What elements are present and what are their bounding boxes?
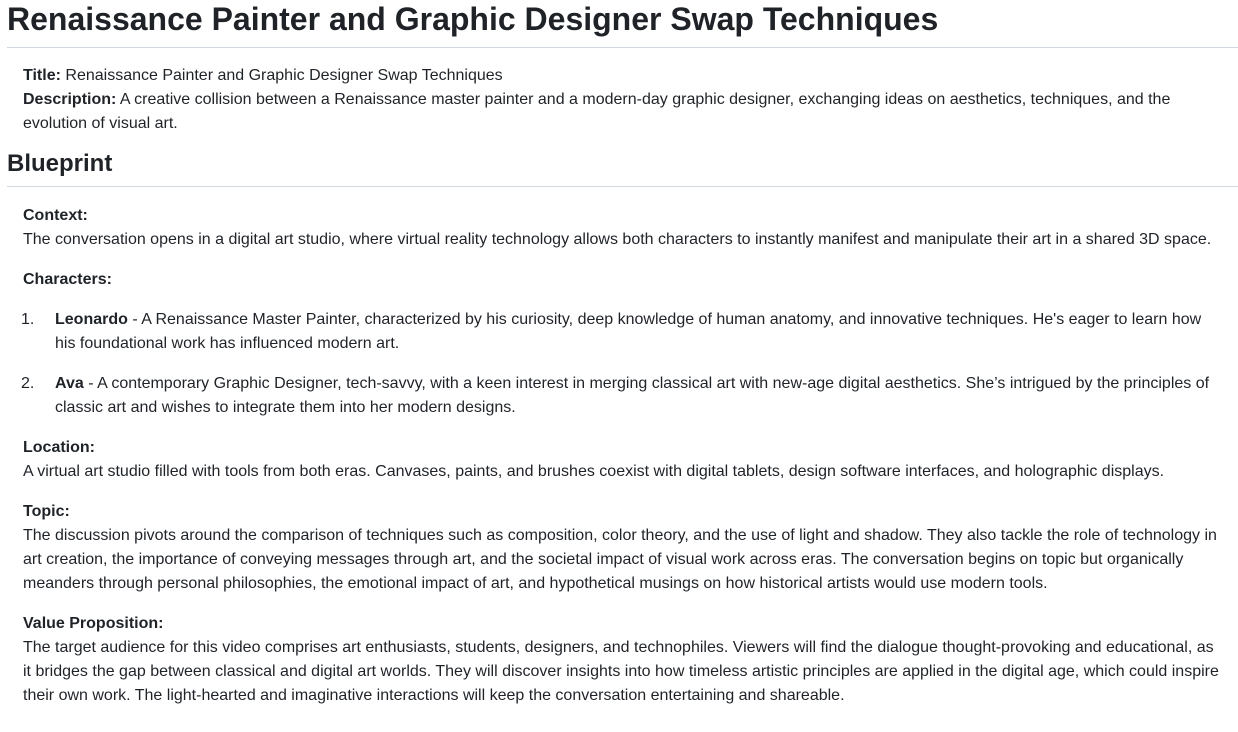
description-label: Description: — [23, 91, 117, 108]
characters-block: Characters: 1. Leonardo - A Renaissance M… — [21, 268, 1238, 420]
intro-block: Title: Renaissance Painter and Graphic D… — [0, 64, 1238, 136]
character-description: - A Renaissance Master Painter, characte… — [55, 311, 1202, 352]
context-label: Context: — [23, 207, 88, 224]
blueprint-divider — [7, 186, 1238, 187]
title-label: Title: — [23, 67, 61, 84]
context-text: The conversation opens in a digital art … — [23, 231, 1212, 248]
title-value: Renaissance Painter and Graphic Designer… — [60, 67, 503, 84]
location-text: A virtual art studio filled with tools f… — [23, 463, 1165, 480]
location-block: Location: A virtual art studio filled wi… — [23, 436, 1238, 484]
description-value: A creative collision between a Renaissan… — [23, 91, 1171, 132]
list-item: 2. Ava - A contemporary Graphic Designer,… — [21, 372, 1238, 420]
topic-text: The discussion pivots around the compari… — [23, 527, 1217, 592]
context-block: Context: The conversation opens in a dig… — [23, 204, 1238, 252]
page-title: Renaissance Painter and Graphic Designer… — [7, 1, 939, 37]
value-proposition-text: The target audience for this video compr… — [23, 639, 1219, 704]
character-description: - A contemporary Graphic Designer, tech-… — [55, 375, 1210, 416]
character-name: Ava — [55, 375, 84, 392]
value-proposition-block: Value Proposition: The target audience f… — [23, 612, 1238, 708]
topic-label: Topic: — [23, 503, 70, 520]
title-divider — [7, 47, 1238, 48]
blueprint-heading: Blueprint — [7, 150, 113, 177]
topic-block: Topic: The discussion pivots around the … — [23, 500, 1238, 596]
blueprint-section: Context: The conversation opens in a dig… — [0, 204, 1238, 708]
list-item-number: 1. — [21, 311, 35, 328]
characters-list: 1. Leonardo - A Renaissance Master Painte… — [21, 308, 1238, 420]
description-line: Description: A creative collision betwee… — [23, 88, 1214, 136]
value-proposition-label: Value Proposition: — [23, 615, 164, 632]
characters-label: Characters: — [23, 271, 112, 288]
document-page: Renaissance Painter and Graphic Designer… — [0, 0, 1238, 708]
list-item: 1. Leonardo - A Renaissance Master Painte… — [21, 308, 1238, 356]
location-label: Location: — [23, 439, 95, 456]
list-item-number: 2. — [21, 375, 35, 392]
title-line: Title: Renaissance Painter and Graphic D… — [23, 64, 1214, 88]
character-name: Leonardo — [55, 311, 128, 328]
